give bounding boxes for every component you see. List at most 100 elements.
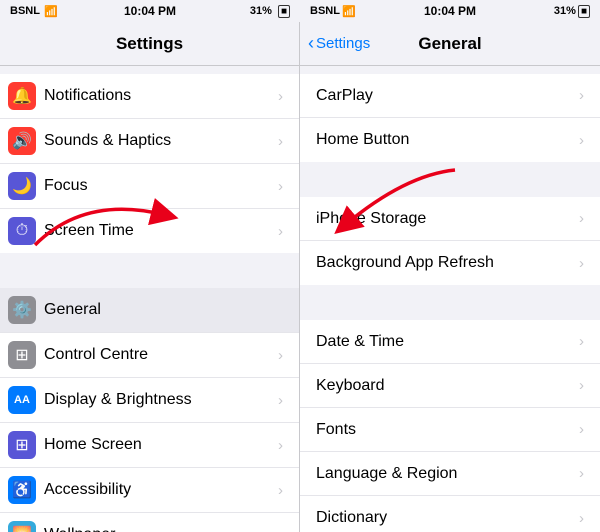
right-group-1: CarPlay › Home Button ›: [300, 74, 600, 162]
accessibility-label: Accessibility: [44, 481, 278, 499]
sidebar-item-general[interactable]: ⚙️ General: [0, 288, 299, 333]
sidebar-item-display[interactable]: AA Display & Brightness ›: [0, 378, 299, 423]
battery-right: ■: [578, 5, 590, 18]
date-time-chevron: ›: [579, 333, 584, 350]
screen-time-chevron: ›: [278, 223, 283, 240]
settings-group-1: 🔔 Notifications › 🔊 Sounds & Haptics › 🌙…: [0, 74, 299, 253]
fonts-label: Fonts: [316, 421, 579, 439]
iphone-storage-label: iPhone Storage: [316, 210, 579, 228]
sidebar-item-screen-time[interactable]: ⏱ Screen Time ›: [0, 209, 299, 253]
dictionary-chevron: ›: [579, 510, 584, 527]
display-icon-wrap: AA: [0, 378, 44, 422]
language-region-chevron: ›: [579, 465, 584, 482]
iphone-storage-chevron: ›: [579, 210, 584, 227]
dictionary-label: Dictionary: [316, 509, 579, 527]
notifications-chevron: ›: [278, 88, 283, 105]
battery-left: ■: [278, 5, 290, 18]
status-bar-right: BSNL 📶 10:04 PM 31% ■: [300, 0, 600, 22]
general-label: General: [44, 301, 283, 319]
sidebar-item-sounds[interactable]: 🔊 Sounds & Haptics ›: [0, 119, 299, 164]
screen-time-icon: ⏱: [8, 217, 36, 245]
right-item-background-app-refresh[interactable]: Background App Refresh ›: [300, 241, 600, 285]
keyboard-chevron: ›: [579, 377, 584, 394]
notifications-label: Notifications: [44, 87, 278, 105]
control-centre-chevron: ›: [278, 347, 283, 364]
notifications-icon-wrap: 🔔: [0, 74, 44, 118]
focus-label: Focus: [44, 177, 278, 195]
wifi-icon-right: 📶: [342, 5, 356, 18]
control-centre-icon: ⊞: [8, 341, 36, 369]
back-button[interactable]: ‹ Settings: [308, 35, 370, 52]
carplay-label: CarPlay: [316, 87, 579, 105]
display-icon: AA: [8, 386, 36, 414]
time-right: 10:04 PM: [424, 4, 476, 18]
left-nav-bar: Settings: [0, 22, 299, 66]
right-panel: BSNL 📶 10:04 PM 31% ■ ‹ Settings General…: [300, 0, 600, 532]
focus-chevron: ›: [278, 178, 283, 195]
display-chevron: ›: [278, 392, 283, 409]
left-settings-list: 🔔 Notifications › 🔊 Sounds & Haptics › 🌙…: [0, 66, 299, 532]
display-label: Display & Brightness: [44, 391, 278, 409]
right-group-3: Date & Time › Keyboard › Fonts › Languag…: [300, 320, 600, 532]
sounds-icon: 🔊: [8, 127, 36, 155]
signal-right: 31%: [554, 5, 576, 17]
wallpaper-label: Wallpaper: [44, 526, 278, 532]
right-gap-1: [300, 162, 600, 197]
sounds-label: Sounds & Haptics: [44, 132, 278, 150]
back-label: Settings: [316, 35, 370, 52]
sidebar-item-home-screen[interactable]: ⊞ Home Screen ›: [0, 423, 299, 468]
screen-time-label: Screen Time: [44, 222, 278, 240]
home-screen-icon-wrap: ⊞: [0, 423, 44, 467]
divider-1: [0, 253, 299, 288]
sidebar-item-wallpaper[interactable]: 🌅 Wallpaper ›: [0, 513, 299, 532]
focus-icon-wrap: 🌙: [0, 164, 44, 208]
background-app-refresh-label: Background App Refresh: [316, 254, 579, 272]
right-item-keyboard[interactable]: Keyboard ›: [300, 364, 600, 408]
sidebar-item-accessibility[interactable]: ♿ Accessibility ›: [0, 468, 299, 513]
home-screen-icon: ⊞: [8, 431, 36, 459]
language-region-label: Language & Region: [316, 465, 579, 483]
left-nav-title: Settings: [116, 34, 183, 54]
home-button-chevron: ›: [579, 132, 584, 149]
control-centre-icon-wrap: ⊞: [0, 333, 44, 377]
signal-left: 31%: [250, 5, 272, 17]
accessibility-icon: ♿: [8, 476, 36, 504]
right-item-carplay[interactable]: CarPlay ›: [300, 74, 600, 118]
right-item-date-time[interactable]: Date & Time ›: [300, 320, 600, 364]
home-screen-chevron: ›: [278, 437, 283, 454]
carrier-left: BSNL: [10, 5, 40, 17]
time-left: 10:04 PM: [124, 4, 176, 18]
left-panel: BSNL 📶 10:04 PM 31% ■ Settings 🔔 Notific…: [0, 0, 300, 532]
right-nav-title: General: [418, 34, 481, 54]
accessibility-icon-wrap: ♿: [0, 468, 44, 512]
fonts-chevron: ›: [579, 421, 584, 438]
notifications-icon: 🔔: [8, 82, 36, 110]
settings-group-2: ⚙️ General ⊞ Control Centre › AA Display…: [0, 288, 299, 532]
right-item-iphone-storage[interactable]: iPhone Storage ›: [300, 197, 600, 241]
right-settings-list: CarPlay › Home Button › iPhone Storage ›…: [300, 66, 600, 532]
right-item-fonts[interactable]: Fonts ›: [300, 408, 600, 452]
wallpaper-chevron: ›: [278, 527, 283, 532]
focus-icon: 🌙: [8, 172, 36, 200]
right-item-home-button[interactable]: Home Button ›: [300, 118, 600, 162]
sidebar-item-control-centre[interactable]: ⊞ Control Centre ›: [0, 333, 299, 378]
right-item-dictionary[interactable]: Dictionary ›: [300, 496, 600, 532]
date-time-label: Date & Time: [316, 333, 579, 351]
keyboard-label: Keyboard: [316, 377, 579, 395]
sidebar-item-notifications[interactable]: 🔔 Notifications ›: [0, 74, 299, 119]
right-nav-bar: ‹ Settings General: [300, 22, 600, 66]
home-button-label: Home Button: [316, 131, 579, 149]
carplay-chevron: ›: [579, 87, 584, 104]
background-app-refresh-chevron: ›: [579, 255, 584, 272]
back-chevron-icon: ‹: [308, 34, 314, 52]
sidebar-item-focus[interactable]: 🌙 Focus ›: [0, 164, 299, 209]
control-centre-label: Control Centre: [44, 346, 278, 364]
right-item-language-region[interactable]: Language & Region ›: [300, 452, 600, 496]
right-group-2: iPhone Storage › Background App Refresh …: [300, 197, 600, 285]
home-screen-label: Home Screen: [44, 436, 278, 454]
wallpaper-icon: 🌅: [8, 521, 36, 532]
wifi-icon-left: 📶: [44, 5, 58, 18]
status-bar-left: BSNL 📶 10:04 PM 31% ■: [0, 0, 300, 22]
sounds-chevron: ›: [278, 133, 283, 150]
right-gap-2: [300, 285, 600, 320]
